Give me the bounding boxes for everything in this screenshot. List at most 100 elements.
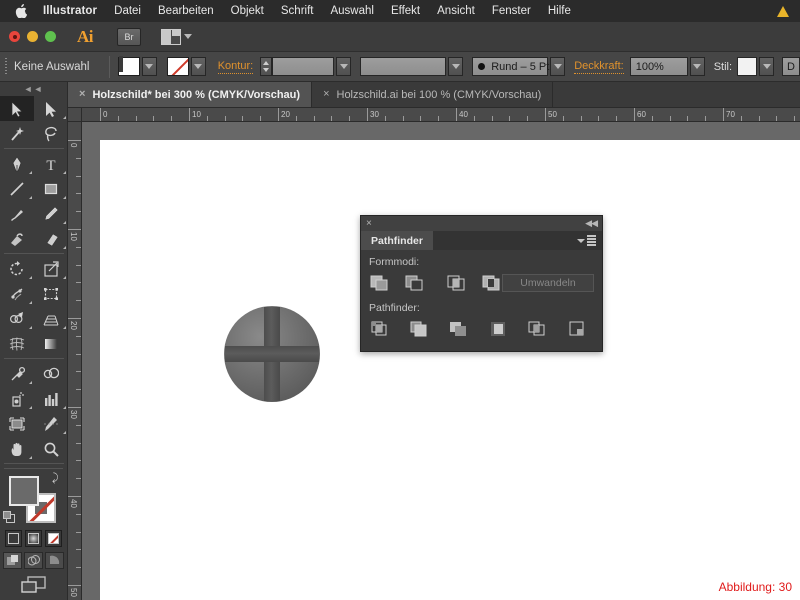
opacity-label[interactable]: Deckkraft: (574, 60, 624, 74)
direct-selection-tool[interactable] (34, 96, 68, 121)
document-canvas[interactable] (82, 122, 800, 600)
style-swatch[interactable] (737, 57, 758, 76)
pencil-tool[interactable] (34, 201, 68, 226)
panel-menu-icon[interactable] (577, 231, 602, 250)
merge-button[interactable] (447, 319, 469, 339)
stroke-swatch-none[interactable] (166, 57, 189, 76)
brush-field[interactable]: Rund – 5 Pt. (472, 57, 552, 76)
zoom-tool[interactable] (34, 436, 68, 461)
mesh-tool[interactable] (0, 331, 34, 356)
close-icon[interactable]: × (366, 218, 372, 229)
free-transform-tool[interactable] (34, 281, 68, 306)
draw-inside-mode-button[interactable] (45, 552, 64, 569)
style-dropdown[interactable] (759, 57, 775, 76)
minimize-window-button[interactable] (27, 31, 38, 42)
intersect-button[interactable] (446, 273, 468, 293)
close-window-button[interactable] (9, 31, 20, 42)
fill-color-swatch[interactable] (9, 476, 39, 506)
control-overflow-button[interactable]: D (782, 57, 800, 76)
tab-pathfinder[interactable]: Pathfinder (361, 231, 433, 250)
pathfinder-panel[interactable]: × ◀◀ Pathfinder Formmodi: Umwandeln Path… (360, 215, 603, 352)
stroke-dropdown-button[interactable] (190, 57, 206, 76)
tools-panel-grip[interactable]: ◄◄ (0, 82, 67, 96)
eraser-tool[interactable] (34, 226, 68, 251)
blob-brush-tool[interactable] (0, 226, 34, 251)
paintbrush-tool[interactable] (0, 201, 34, 226)
vertical-ruler[interactable]: 0 10 20 30 40 50 (68, 122, 82, 600)
stroke-label[interactable]: Kontur: (217, 60, 254, 74)
stroke-weight-dropdown[interactable] (336, 57, 352, 76)
pen-tool[interactable] (0, 151, 34, 176)
swap-fill-stroke-icon[interactable]: ⤸ (52, 473, 63, 484)
horizontal-ruler[interactable]: 01020304050607080 (82, 108, 800, 122)
stroke-profile-field[interactable] (360, 57, 447, 76)
zoom-window-button[interactable] (45, 31, 56, 42)
minus-front-button[interactable] (404, 273, 426, 293)
menu-item-datei[interactable]: Datei (114, 5, 141, 17)
go-to-bridge-button[interactable]: Br (117, 27, 141, 46)
menu-item-hilfe[interactable]: Hilfe (548, 5, 571, 17)
draw-behind-mode-button[interactable] (24, 552, 43, 569)
control-bar-grip[interactable] (5, 57, 8, 76)
stroke-weight-field[interactable] (272, 57, 335, 76)
opacity-control[interactable]: 100% (629, 57, 705, 76)
warning-triangle-icon[interactable] (776, 5, 790, 18)
close-icon[interactable]: × (79, 89, 85, 100)
default-fill-stroke-icon[interactable] (3, 511, 16, 524)
artboard[interactable] (100, 140, 800, 600)
fill-color-control[interactable] (117, 56, 157, 76)
column-graph-tool[interactable] (34, 386, 68, 411)
stroke-profile-control[interactable] (360, 57, 464, 76)
fill-swatch[interactable] (117, 56, 140, 76)
rectangle-tool[interactable] (34, 176, 68, 201)
rotate-tool[interactable] (0, 256, 34, 281)
scale-tool[interactable] (34, 256, 68, 281)
menu-item-objekt[interactable]: Objekt (231, 5, 264, 17)
apple-logo-icon[interactable] (14, 4, 27, 19)
opacity-dropdown[interactable] (689, 57, 705, 76)
selection-tool[interactable] (0, 96, 34, 121)
style-control[interactable] (737, 57, 775, 76)
expand-button[interactable]: Umwandeln (502, 274, 594, 292)
exclude-button[interactable] (481, 273, 503, 293)
ruler-origin-corner[interactable] (68, 108, 82, 122)
pathfinder-title-bar[interactable]: × ◀◀ (361, 216, 602, 231)
menu-item-ansicht[interactable]: Ansicht (437, 5, 475, 17)
document-tab-holzschild-ai[interactable]: × Holzschild.ai bei 100 % (CMYK/Vorschau… (312, 82, 554, 107)
lasso-tool[interactable] (34, 121, 68, 146)
screw-head-graphic[interactable] (223, 305, 321, 403)
artboard-tool[interactable] (0, 411, 34, 436)
menu-item-bearbeiten[interactable]: Bearbeiten (158, 5, 214, 17)
arrange-documents-button[interactable] (161, 28, 192, 45)
stroke-weight-control[interactable] (260, 57, 352, 76)
shape-builder-tool[interactable] (0, 306, 34, 331)
stroke-profile-dropdown[interactable] (448, 57, 464, 76)
minus-back-button[interactable] (566, 319, 588, 339)
brush-control[interactable]: Rund – 5 Pt. (472, 57, 566, 76)
blend-tool[interactable] (34, 361, 68, 386)
symbol-sprayer-tool[interactable] (0, 386, 34, 411)
menu-item-auswahl[interactable]: Auswahl (330, 5, 373, 17)
collapse-panel-icon[interactable]: ◀◀ (585, 218, 598, 229)
opacity-field[interactable]: 100% (629, 57, 688, 76)
line-segment-tool[interactable] (0, 176, 34, 201)
perspective-grid-tool[interactable] (34, 306, 68, 331)
brush-dropdown[interactable] (550, 57, 566, 76)
menu-item-schrift[interactable]: Schrift (281, 5, 314, 17)
gradient-fill-mode-button[interactable] (25, 530, 42, 547)
trim-button[interactable] (408, 319, 430, 339)
unite-button[interactable] (369, 273, 391, 293)
slice-tool[interactable] (34, 411, 68, 436)
outline-button[interactable] (526, 319, 548, 339)
hand-tool[interactable] (0, 436, 34, 461)
type-tool[interactable] (34, 151, 68, 176)
gradient-tool[interactable] (34, 331, 68, 356)
width-tool[interactable] (0, 281, 34, 306)
change-screen-mode-icon[interactable] (20, 576, 47, 599)
magic-wand-tool[interactable] (0, 121, 34, 146)
fill-dropdown-button[interactable] (141, 57, 157, 76)
menu-item-effekt[interactable]: Effekt (391, 5, 420, 17)
eyedropper-tool[interactable] (0, 361, 34, 386)
color-fill-mode-button[interactable] (5, 530, 22, 547)
document-tab-holzschild[interactable]: × Holzschild* bei 300 % (CMYK/Vorschau) (68, 82, 313, 107)
